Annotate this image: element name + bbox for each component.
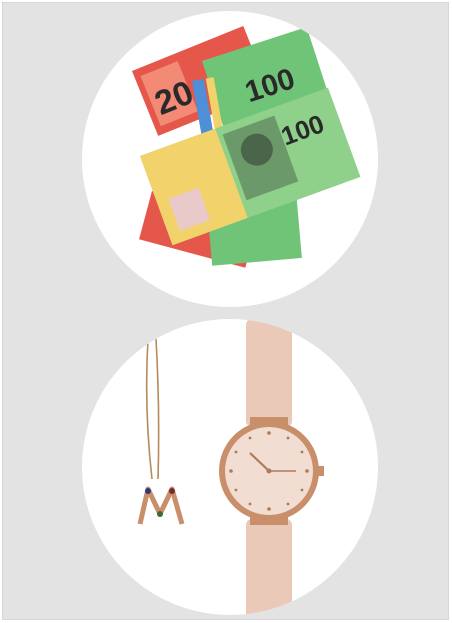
banknotes-illustration: 20 100 100 [132,26,361,268]
letter-m-pendant [137,486,185,525]
jewelry-image[interactable] [82,319,378,615]
necklace-chain-left [145,338,153,480]
jewelry-illustration [137,319,324,615]
watch-crown [318,466,324,476]
watch-strap-bottom [246,519,292,615]
product-grid: 20 100 100 [2,2,449,620]
banknotes-image[interactable]: 20 100 100 [82,11,378,307]
necklace-chain-right [155,338,160,480]
watch-strap-top [246,319,292,427]
